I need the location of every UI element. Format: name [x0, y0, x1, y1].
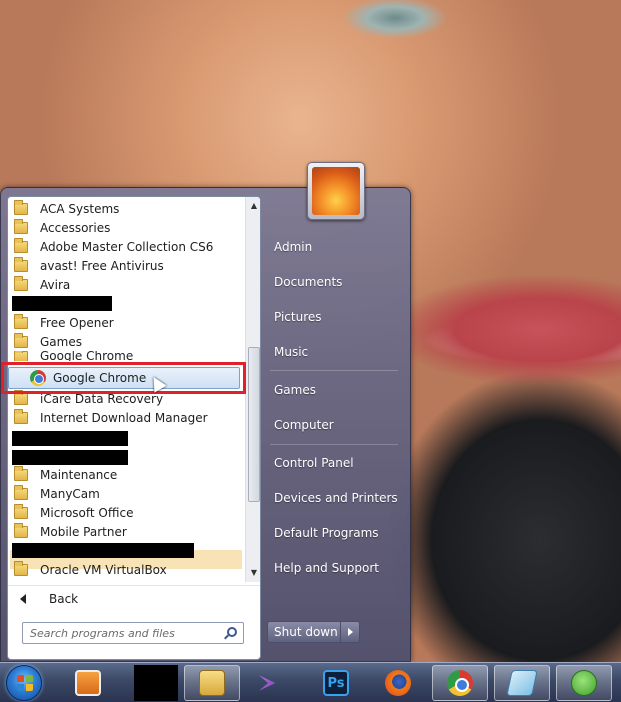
right-item-pictures[interactable]: Pictures	[266, 304, 402, 330]
right-item-music[interactable]: Music	[266, 339, 402, 365]
taskbar-chrome[interactable]	[432, 665, 488, 701]
program-folder-accessories[interactable]: Accessories	[10, 218, 242, 237]
taskbar-green-app[interactable]	[556, 665, 612, 701]
taskbar-notepad[interactable]	[494, 665, 550, 701]
user-picture[interactable]	[307, 162, 365, 220]
program-folder-avast[interactable]: avast! Free Antivirus	[10, 256, 242, 275]
right-item-control-panel[interactable]: Control Panel	[266, 450, 402, 476]
program-folder-games[interactable]: Games	[10, 332, 242, 351]
folder-icon	[14, 484, 28, 500]
program-label: ACA Systems	[40, 201, 120, 216]
program-label: avast! Free Antivirus	[40, 258, 164, 273]
program-label: Games	[40, 334, 82, 349]
red-highlight-box	[1, 362, 246, 394]
redacted-program[interactable]	[12, 431, 128, 446]
program-folder-avira[interactable]: Avira	[10, 275, 242, 294]
folder-icon	[14, 503, 28, 519]
search-icon[interactable]	[227, 627, 237, 637]
folder-icon	[14, 351, 28, 361]
folder-icon	[14, 465, 28, 481]
green-app-icon	[571, 670, 597, 696]
program-label: Oracle VM VirtualBox	[40, 562, 167, 577]
program-label: Avira	[40, 277, 71, 292]
program-folder-maintenance[interactable]: Maintenance	[10, 465, 242, 484]
chrome-icon	[447, 670, 473, 696]
firefox-icon	[385, 670, 411, 696]
media-player-icon	[75, 670, 101, 696]
program-label: ManyCam	[40, 486, 100, 501]
program-label: Adobe Master Collection CS6	[40, 239, 214, 254]
right-item-games[interactable]: Games	[266, 377, 402, 403]
program-label: Internet Download Manager	[40, 410, 208, 425]
redacted-app	[134, 665, 178, 701]
program-label: Microsoft Office	[40, 505, 134, 520]
back-button[interactable]: Back	[8, 585, 260, 611]
program-folder-adobe[interactable]: Adobe Master Collection CS6	[10, 237, 242, 256]
windows-explorer-icon	[199, 670, 225, 696]
folder-icon	[14, 256, 28, 272]
scroll-thumb[interactable]	[248, 347, 260, 502]
folder-icon	[14, 218, 28, 234]
program-label: Mobile Partner	[40, 524, 127, 539]
folder-icon	[14, 408, 28, 424]
folder-icon	[14, 237, 28, 253]
back-arrow-icon	[20, 593, 26, 604]
program-folder-aca-systems[interactable]: ACA Systems	[10, 199, 242, 218]
right-item-help-support[interactable]: Help and Support	[266, 555, 402, 581]
programs-pane: ACA Systems Accessories Adobe Master Col…	[7, 196, 261, 660]
program-label: Maintenance	[40, 467, 118, 482]
start-button[interactable]	[6, 665, 42, 701]
folder-icon	[14, 332, 28, 348]
taskbar-firefox[interactable]	[370, 665, 426, 701]
right-item-devices-printers[interactable]: Devices and Printers	[266, 485, 402, 511]
program-folder-manycam[interactable]: ManyCam	[10, 484, 242, 503]
folder-icon	[14, 199, 28, 215]
program-folder-idm[interactable]: Internet Download Manager	[10, 408, 242, 427]
taskbar-media-player[interactable]	[60, 665, 116, 701]
program-label: Google Chrome	[40, 351, 134, 361]
photoshop-icon: Ps	[323, 670, 349, 696]
search-box[interactable]	[22, 622, 244, 644]
right-item-documents[interactable]: Documents	[266, 269, 402, 295]
folder-icon	[14, 313, 28, 329]
visual-studio-icon	[259, 675, 276, 691]
separator	[270, 370, 398, 371]
right-item-default-programs[interactable]: Default Programs	[266, 520, 402, 546]
scroll-down-arrow-icon[interactable]: ▼	[246, 566, 260, 580]
back-label: Back	[49, 591, 79, 606]
redacted-program[interactable]	[12, 296, 112, 311]
redacted-program[interactable]	[12, 450, 128, 465]
programs-scrollbar[interactable]: ▲ ▼	[245, 197, 260, 582]
program-folder-google-chrome[interactable]: Google Chrome	[10, 351, 242, 361]
taskbar-photoshop[interactable]: Ps	[308, 665, 364, 701]
folder-icon	[14, 560, 28, 576]
shutdown-options-button[interactable]	[341, 622, 359, 642]
program-folder-free-opener[interactable]: Free Opener	[10, 313, 242, 332]
folder-icon	[14, 389, 28, 405]
taskbar-windows-explorer[interactable]	[184, 665, 240, 701]
separator	[270, 444, 398, 445]
shutdown-control: Shut down	[267, 621, 360, 643]
taskbar-visual-studio[interactable]	[246, 665, 302, 701]
right-item-admin[interactable]: Admin	[266, 234, 402, 260]
redacted-program[interactable]	[12, 543, 194, 558]
folder-icon	[14, 275, 28, 291]
program-folder-mobile-partner[interactable]: Mobile Partner	[10, 522, 242, 541]
right-item-computer[interactable]: Computer	[266, 412, 402, 438]
taskbar-redacted-app[interactable]	[128, 665, 184, 701]
chevron-right-icon	[347, 628, 353, 636]
program-folder-virtualbox[interactable]: Oracle VM VirtualBox	[10, 560, 242, 579]
notepad-icon	[506, 670, 538, 696]
folder-icon	[14, 522, 28, 538]
flower-icon	[312, 167, 360, 215]
program-label: Accessories	[40, 220, 111, 235]
search-input[interactable]	[23, 623, 221, 643]
shutdown-button[interactable]: Shut down	[268, 622, 341, 642]
program-label: Free Opener	[40, 315, 114, 330]
program-folder-office[interactable]: Microsoft Office	[10, 503, 242, 522]
scroll-up-arrow-icon[interactable]: ▲	[246, 199, 260, 213]
